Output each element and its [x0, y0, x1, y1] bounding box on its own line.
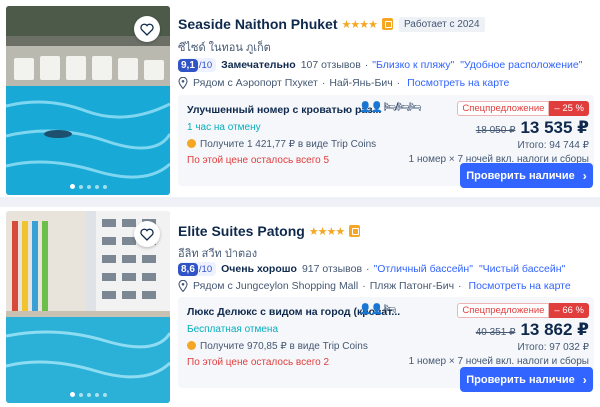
room-name[interactable]: Улучшенный номер с кроватью раз...	[187, 104, 381, 116]
carousel-dot[interactable]	[69, 392, 75, 397]
location-pin-icon	[178, 280, 188, 292]
promo-badge: Спецпредложение – 66 %	[457, 303, 589, 318]
location-row: Рядом с Jungceylon Shopping Mall · Пляж …	[178, 280, 571, 292]
opened-year-tag: Работает с 2024	[398, 16, 485, 32]
score-word: Замечательно	[221, 59, 296, 71]
hotel-local-name: อีลิท สวีท ป่าตอง	[178, 248, 258, 260]
trip-coin-icon	[187, 139, 196, 148]
view-on-map-link[interactable]: Посмотреть на карте	[469, 280, 571, 292]
price-row: 18 050 ₽ 13 535 ₽	[476, 118, 589, 138]
hotel-name[interactable]: Elite Suites Patong	[178, 223, 305, 239]
room-capacity-bed-icons: 👤👤 🛏/🛏🛏	[359, 102, 422, 113]
hotel-local-name: ซีไซด์ ในทอน ภูเก็ต	[178, 42, 271, 54]
rooms-left-warning: По этой цене осталось всего 2	[187, 357, 330, 368]
area-name: Най-Янь-Бич	[329, 77, 393, 89]
hotel-info: Seaside Naithon Phuket ★★★★ Работает с 2…	[178, 0, 598, 197]
carousel-dot[interactable]	[102, 392, 107, 397]
score-value: 8,6	[178, 262, 198, 276]
old-price: 18 050 ₽	[475, 125, 516, 136]
separator: ·	[458, 280, 462, 292]
check-availability-button[interactable]: Проверить наличие ›	[460, 367, 593, 392]
trip-coins-text: Получите 970,85 ₽ в виде Trip Coins	[200, 341, 368, 352]
check-availability-button[interactable]: Проверить наличие ›	[460, 163, 593, 188]
review-count[interactable]: 107 отзывов	[301, 59, 361, 71]
heart-icon	[140, 228, 154, 241]
review-tag: "Удобное расположение"	[460, 59, 583, 71]
room-capacity-bed-icons: 👤👤 🛏	[359, 304, 396, 315]
trip-coin-icon	[187, 341, 196, 350]
carousel-dot[interactable]	[94, 184, 99, 189]
separator: ·	[366, 263, 370, 275]
stay-details: 1 номер × 7 ночей вкл. налоги и сборы	[408, 356, 589, 367]
carousel-dot[interactable]	[78, 392, 83, 397]
separator: ·	[362, 280, 366, 292]
trip-coins-row: Получите 1 421,77 ₽ в виде Trip Coins	[187, 139, 376, 150]
chevron-right-icon: ›	[582, 372, 587, 387]
discount-percent: – 25 %	[549, 101, 589, 116]
cancellation-policy: 1 час на отмену	[187, 122, 261, 133]
favorite-heart-button[interactable]	[134, 221, 160, 247]
hotel-photo[interactable]	[6, 211, 170, 403]
hotel-card[interactable]: Seaside Naithon Phuket ★★★★ Работает с 2…	[0, 0, 600, 197]
score-badge: 8,6 /10	[178, 262, 217, 276]
nearby-landmark: Рядом с Аэропорт Пхукет	[193, 77, 318, 89]
star-rating: ★★★★	[341, 18, 377, 31]
location-row: Рядом с Аэропорт Пхукет · Най-Янь-Бич · …	[178, 77, 509, 89]
photo-carousel-dots[interactable]	[6, 184, 170, 189]
score-value: 9,1	[178, 58, 198, 72]
carousel-dot[interactable]	[86, 184, 91, 189]
score-word: Очень хорошо	[221, 263, 297, 275]
carousel-dot[interactable]	[69, 184, 75, 189]
photo-carousel-dots[interactable]	[6, 392, 170, 397]
title-row: Seaside Naithon Phuket ★★★★ Работает с 2…	[178, 16, 485, 32]
favorite-heart-button[interactable]	[134, 16, 160, 42]
hotel-info: Elite Suites Patong ★★★★ อีลิท สวีท ป่าต…	[178, 207, 598, 407]
total-price: Итого: 97 032 ₽	[517, 342, 590, 353]
score-denominator: /10	[198, 59, 213, 71]
heart-icon	[140, 23, 154, 36]
rating-row: 8,6 /10 Очень хорошо 917 отзывов · "Отли…	[178, 262, 571, 276]
separator: ·	[364, 59, 369, 71]
review-tag: "Чистый бассейн"	[478, 263, 566, 275]
current-price: 13 535 ₽	[520, 118, 589, 137]
thumbs-up-badge-icon	[349, 225, 361, 237]
carousel-dot[interactable]	[102, 184, 107, 189]
hotel-photo[interactable]	[6, 6, 170, 195]
carousel-dot[interactable]	[86, 392, 91, 397]
promo-badge: Спецпредложение – 25 %	[457, 101, 589, 116]
button-label: Проверить наличие	[466, 169, 575, 182]
trip-coins-row: Получите 970,85 ₽ в виде Trip Coins	[187, 341, 368, 352]
chevron-right-icon: ›	[582, 168, 587, 183]
nearby-landmark: Рядом с Jungceylon Shopping Mall	[193, 280, 359, 292]
review-tag: "Отличный бассейн"	[373, 263, 473, 275]
review-tag: "Близко к пляжу"	[372, 59, 455, 71]
discount-percent: – 66 %	[549, 303, 589, 318]
review-count[interactable]: 917 отзывов	[302, 263, 362, 275]
star-rating: ★★★★	[308, 225, 345, 238]
area-name: Пляж Патонг-Бич	[369, 280, 455, 292]
button-label: Проверить наличие	[466, 373, 575, 386]
rating-row: 9,1 /10 Замечательно 107 отзывов · "Близ…	[178, 58, 588, 72]
carousel-dot[interactable]	[94, 392, 99, 397]
score-denominator: /10	[198, 263, 213, 275]
separator: ·	[396, 77, 401, 89]
price-row: 40 351 ₽ 13 862 ₽	[476, 320, 589, 340]
location-pin-icon	[178, 77, 188, 89]
trip-coins-text: Получите 1 421,77 ₽ в виде Trip Coins	[200, 139, 377, 150]
carousel-dot[interactable]	[78, 184, 83, 189]
rooms-left-warning: По этой цене осталось всего 5	[187, 155, 330, 166]
separator: ·	[321, 77, 326, 89]
current-price: 13 862 ₽	[520, 320, 589, 339]
promo-label: Спецпредложение	[457, 101, 550, 116]
title-row: Elite Suites Patong ★★★★	[178, 223, 361, 239]
hotel-card[interactable]: Elite Suites Patong ★★★★ อีลิท สวีท ป่าต…	[0, 207, 600, 407]
view-on-map-link[interactable]: Посмотреть на карте	[407, 77, 509, 89]
total-price: Итого: 94 744 ₽	[517, 140, 590, 151]
thumbs-up-badge-icon	[381, 18, 393, 30]
old-price: 40 351 ₽	[475, 327, 516, 338]
cancellation-policy: Бесплатная отмена	[187, 324, 279, 335]
score-badge: 9,1 /10	[178, 58, 217, 72]
hotel-name[interactable]: Seaside Naithon Phuket	[178, 16, 337, 32]
promo-label: Спецпредложение	[457, 303, 550, 318]
